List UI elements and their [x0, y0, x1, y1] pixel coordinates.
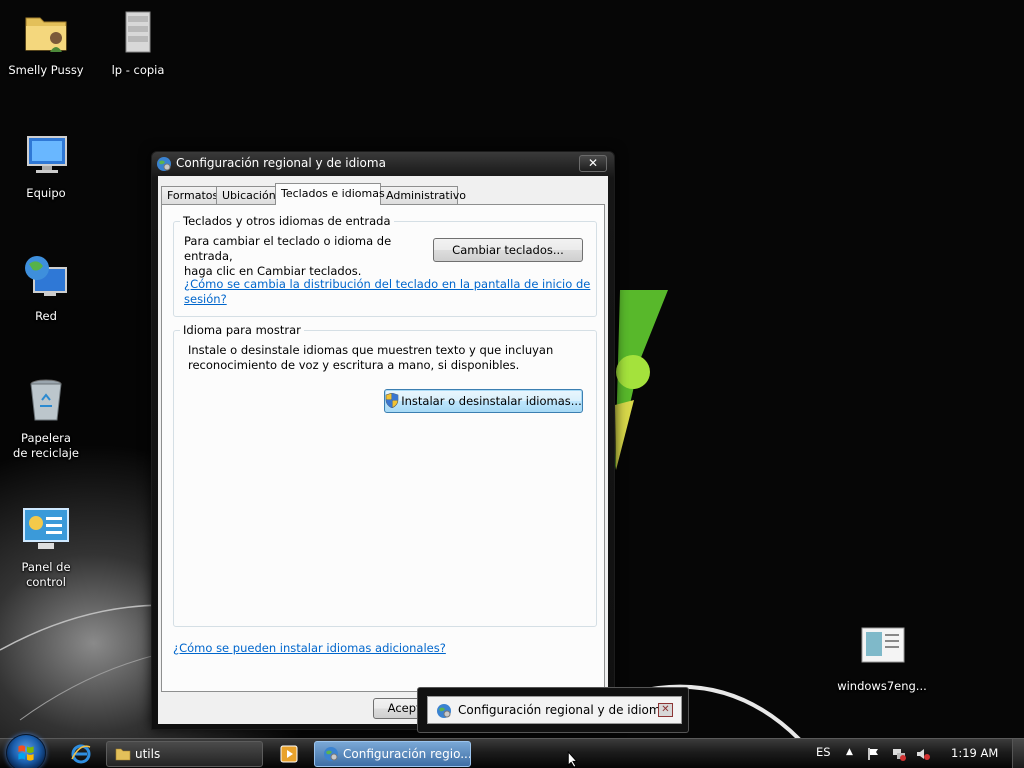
- install-languages-button[interactable]: Instalar o desinstalar idiomas...: [384, 389, 583, 413]
- mouse-cursor-icon: [567, 751, 578, 768]
- desktop-icon-label: Equipo: [26, 186, 66, 200]
- taskbar-thumbnail-tooltip[interactable]: Configuración regional y de idioma ✕: [417, 687, 689, 733]
- desktop-icon-smelly-pussy[interactable]: Smelly Pussy: [0, 8, 92, 78]
- thumbnail-tooltip-body[interactable]: Configuración regional y de idioma ✕: [427, 696, 682, 724]
- taskbar: utils Configuración regio... ES ▲ 1:19 A…: [0, 734, 1024, 768]
- keyboards-group-title: Teclados y otros idiomas de entrada: [180, 214, 394, 228]
- document-file-icon: [861, 627, 905, 663]
- taskbar-button-utils[interactable]: utils: [106, 741, 263, 767]
- desktop-icon-label: Red: [35, 309, 57, 323]
- display-language-groupbox: Idioma para mostrar Instale o desinstale…: [173, 323, 597, 627]
- control-panel-icon: [23, 508, 69, 549]
- keyboards-description-line: Para cambiar el teclado o idioma de entr…: [184, 234, 392, 263]
- desktop-icon-label: Papelera de reciclaje: [13, 431, 79, 460]
- input-language-indicator[interactable]: ES: [816, 745, 831, 759]
- taskbar-button-label: utils: [135, 747, 161, 761]
- display-language-description-line: reconocimiento de voz y escritura a mano…: [188, 358, 520, 372]
- help-link-line: ¿Cómo se cambia la distribución del tecl…: [184, 277, 591, 291]
- dialog-titlebar[interactable]: Configuración regional y de idioma ✕: [152, 152, 614, 176]
- taskbar-button-configuracion[interactable]: Configuración regio...: [314, 741, 471, 767]
- install-languages-button-label: Instalar o desinstalar idiomas...: [401, 394, 582, 408]
- recycle-bin-icon: [30, 379, 62, 421]
- additional-languages-link[interactable]: ¿Cómo se pueden instalar idiomas adicion…: [173, 641, 446, 656]
- dialog-title: Configuración regional y de idioma: [176, 156, 386, 170]
- uac-shield-icon: [385, 393, 399, 408]
- action-center-flag-icon[interactable]: [867, 747, 881, 761]
- keyboards-groupbox: Teclados y otros idiomas de entrada Para…: [173, 214, 597, 317]
- folder-icon: [25, 17, 67, 52]
- show-hidden-icons-arrow[interactable]: ▲: [846, 747, 853, 757]
- close-icon: ✕: [661, 704, 670, 715]
- display-language-group-title: Idioma para mostrar: [180, 323, 304, 337]
- desktop-icon-label: Panel de control: [21, 560, 71, 589]
- media-player-icon[interactable]: [278, 743, 300, 765]
- regional-language-dialog: Configuración regional y de idioma ✕ For…: [151, 151, 615, 730]
- thumbnail-close-button[interactable]: ✕: [658, 703, 673, 717]
- tab-teclados-e-idiomas[interactable]: Teclados e idiomas: [275, 183, 385, 205]
- keyboards-description: Para cambiar el teclado o idioma de entr…: [184, 234, 424, 279]
- desktop-icon-windows7eng[interactable]: windows7eng...: [836, 624, 928, 694]
- desktop-icon-lp-copia[interactable]: lp - copia: [92, 8, 184, 78]
- close-icon: ✕: [587, 156, 599, 170]
- tab-administrativo[interactable]: Administrativo: [380, 186, 466, 205]
- change-keyboards-button[interactable]: Cambiar teclados...: [433, 238, 583, 262]
- keyboard-layout-help-link[interactable]: ¿Cómo se cambia la distribución del tecl…: [184, 277, 596, 307]
- globe-settings-icon: [437, 704, 451, 718]
- display-language-description-line: Instale o desinstale idiomas que muestre…: [188, 343, 554, 357]
- archive-icon: [125, 11, 151, 53]
- tab-panel-teclados: Teclados y otros idiomas de entrada Para…: [161, 204, 605, 692]
- desktop-icon-red[interactable]: Red: [0, 254, 92, 324]
- internet-explorer-icon[interactable]: [70, 743, 92, 765]
- clock[interactable]: 1:19 AM: [951, 746, 998, 760]
- windows-logo-icon: [18, 745, 34, 761]
- network-icon: [25, 256, 67, 296]
- globe-settings-icon: [324, 747, 338, 761]
- desktop-icon-label: windows7eng...: [837, 679, 927, 693]
- desktop-icon-papelera[interactable]: Papelera de reciclaje: [0, 376, 92, 461]
- help-link-line: sesión?: [184, 292, 227, 306]
- show-desktop-button[interactable]: [1012, 739, 1024, 768]
- thumbnail-tooltip-title: Configuración regional y de idioma: [458, 703, 668, 717]
- desktop-icon-label: lp - copia: [111, 63, 165, 77]
- desktop-icon-label: Smelly Pussy: [8, 63, 84, 77]
- display-language-description: Instale o desinstale idiomas que muestre…: [188, 343, 588, 373]
- start-button[interactable]: [6, 734, 46, 768]
- folder-icon: [115, 748, 131, 761]
- computer-icon: [27, 136, 67, 173]
- network-status-icon[interactable]: [892, 747, 906, 761]
- desktop-icon-panel-de-control[interactable]: Panel de control: [0, 505, 92, 590]
- dialog-client-area: Formatos Ubicación Teclados e idiomas Ad…: [158, 176, 608, 724]
- tab-formatos[interactable]: Formatos: [161, 186, 218, 205]
- tab-ubicacion[interactable]: Ubicación: [216, 186, 276, 205]
- desktop-icon-equipo[interactable]: Equipo: [0, 131, 92, 201]
- close-button[interactable]: ✕: [579, 155, 607, 172]
- taskbar-button-label: Configuración regio...: [343, 747, 471, 761]
- globe-settings-icon: [157, 157, 171, 171]
- volume-muted-icon[interactable]: [916, 747, 930, 761]
